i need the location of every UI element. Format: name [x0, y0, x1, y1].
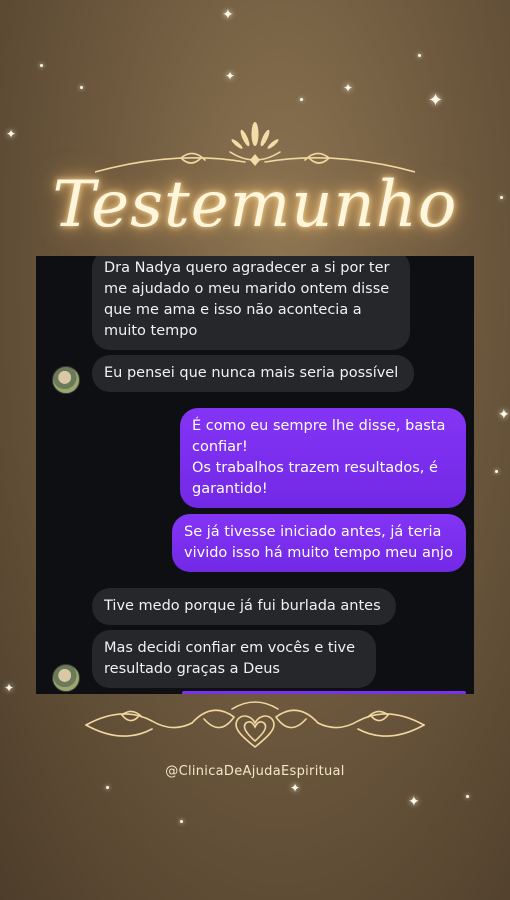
ornament-bottom-icon — [85, 701, 425, 749]
sparkle-icon: ✦ — [428, 90, 444, 111]
message-bubble-incoming: Mas decidi confiar em vocês e tive resul… — [92, 630, 376, 688]
chat-screenshot: Dra Nadya quero agradecer a si por ter m… — [36, 256, 474, 694]
avatar — [52, 366, 80, 394]
avatar — [52, 664, 80, 692]
star-dot — [106, 786, 109, 789]
page-title: Testemunho — [52, 168, 458, 242]
sparkle-icon: ✦ — [6, 127, 17, 141]
star-dot — [466, 795, 469, 798]
message-bubble-outgoing: É como eu sempre lhe disse, basta confia… — [180, 408, 466, 508]
star-dot — [180, 820, 183, 823]
message-bubble-incoming: Dra Nadya quero agradecer a si por ter m… — [92, 256, 410, 350]
star-dot — [495, 470, 498, 473]
sparkle-icon: ✦ — [290, 781, 301, 795]
sparkle-icon: ✦ — [408, 794, 420, 810]
message-bubble-incoming: Eu pensei que nunca mais seria possível — [92, 355, 414, 392]
message-bubble-outgoing: Se já tivesse iniciado antes, já teria v… — [172, 514, 466, 572]
star-dot — [40, 64, 43, 67]
instagram-handle: @ClinicaDeAjudaEspiritual — [165, 764, 345, 779]
sparkle-icon: ✦ — [343, 81, 354, 95]
sparkle-icon: ✦ — [225, 69, 236, 83]
star-dot — [300, 98, 303, 101]
star-dot — [418, 54, 421, 57]
message-bubble-outgoing-partial — [182, 691, 466, 694]
sparkle-icon: ✦ — [4, 681, 15, 695]
sparkle-icon: ✦ — [498, 407, 510, 423]
star-dot — [80, 86, 83, 89]
sparkle-icon: ✦ — [222, 7, 234, 23]
message-bubble-incoming: Tive medo porque já fui burlada antes — [92, 588, 396, 625]
